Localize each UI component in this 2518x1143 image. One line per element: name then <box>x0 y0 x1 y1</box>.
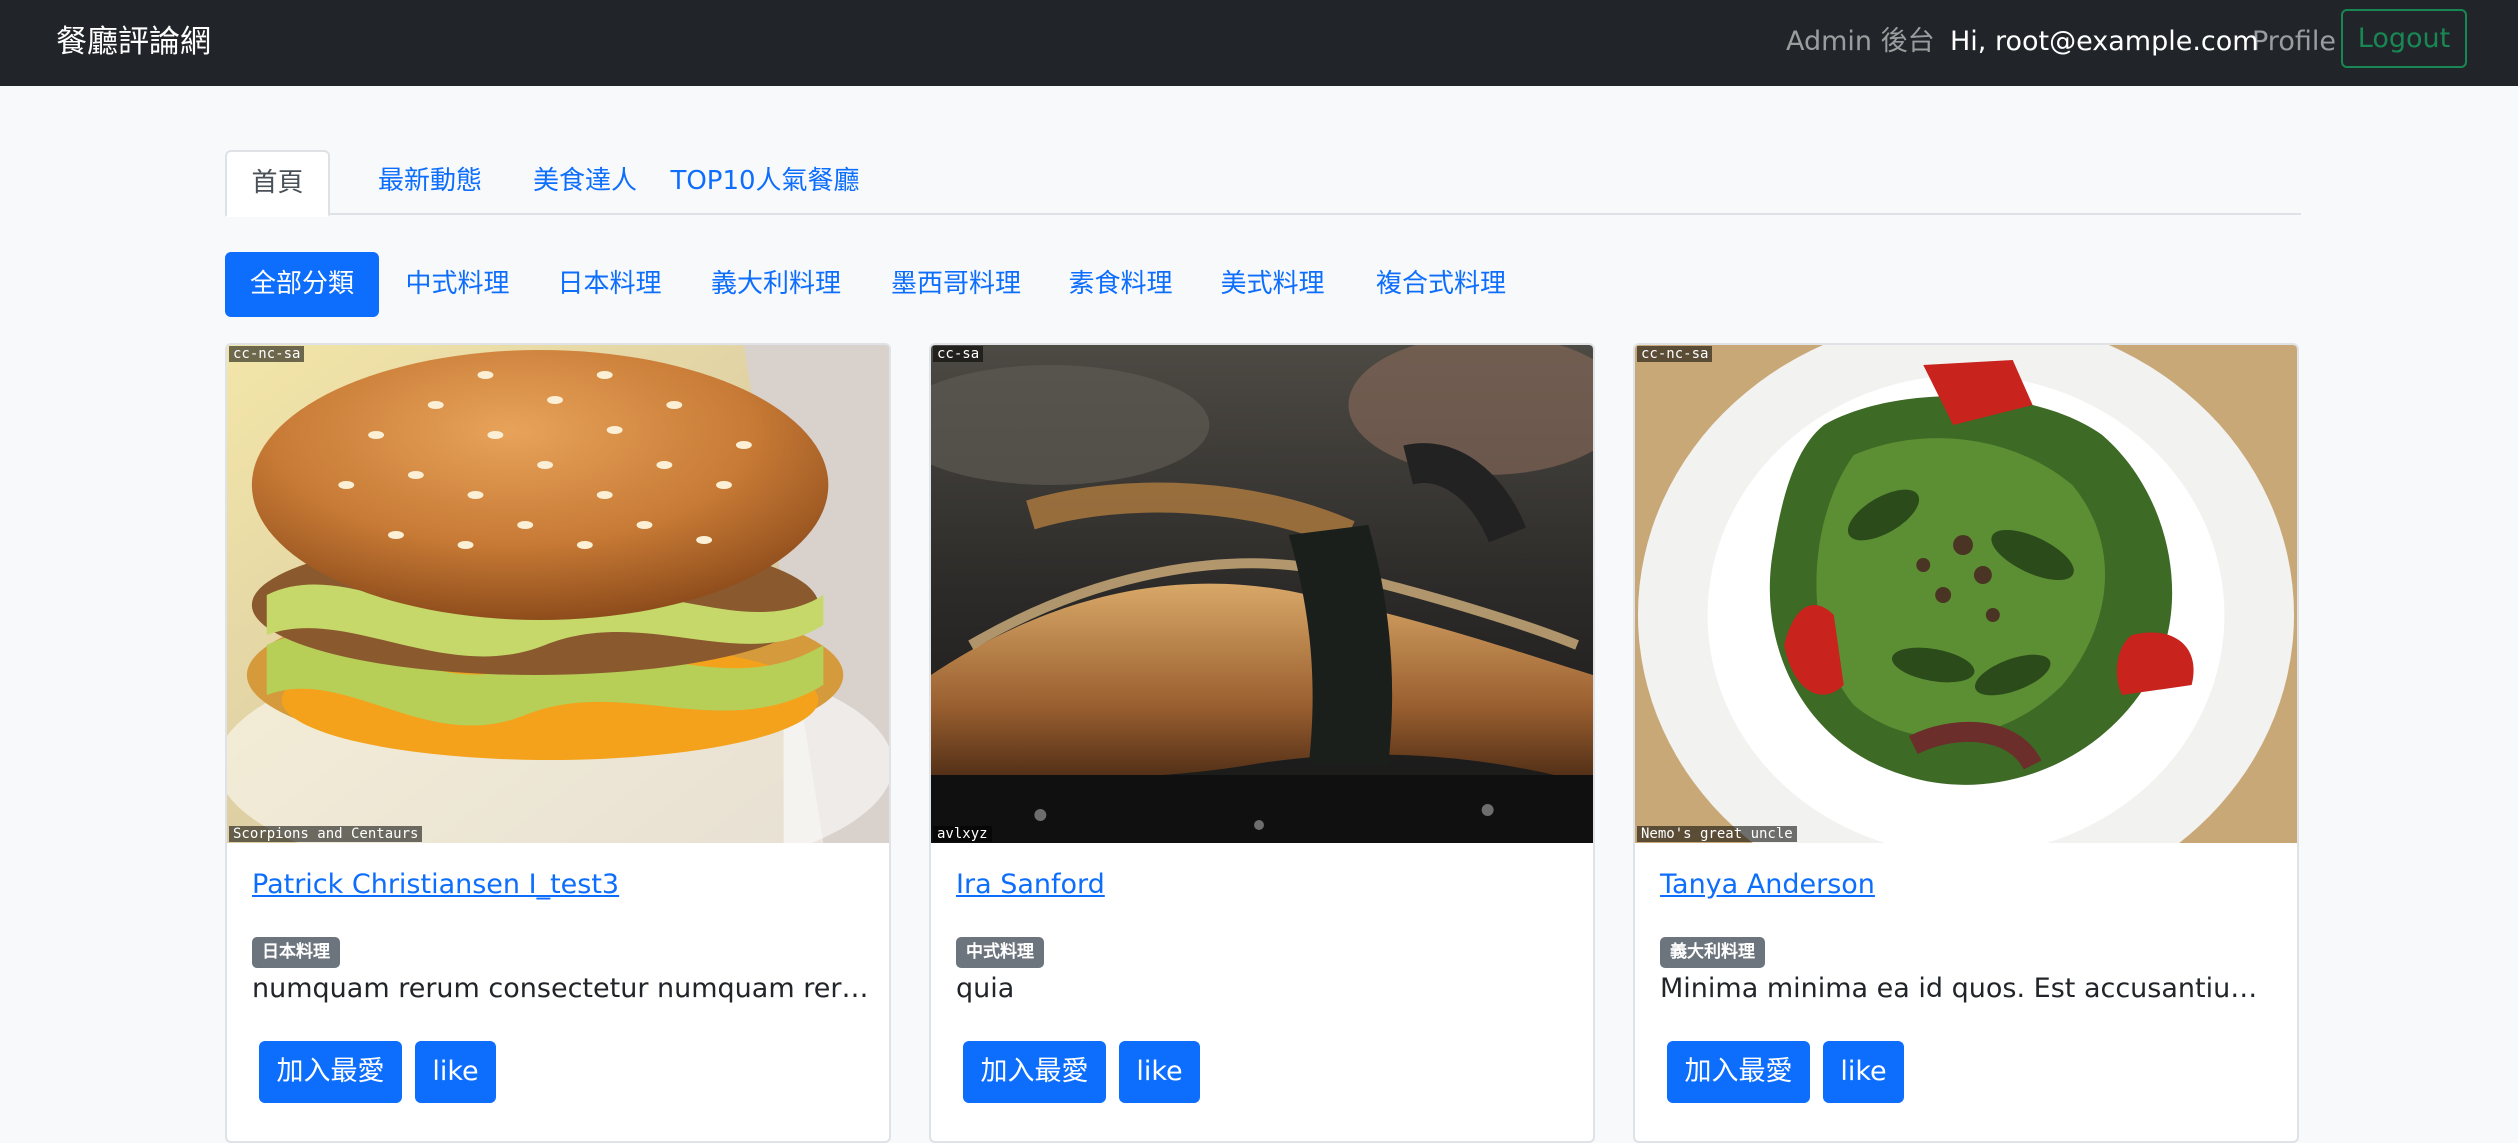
license-label: cc-nc-sa <box>229 346 305 362</box>
restaurant-image[interactable]: cc-nc-sa Nemo's great uncle <box>1635 345 2297 843</box>
category-badge: 日本料理 <box>252 937 340 968</box>
restaurant-card: cc-sa avlxyz Ira Sanford 中式料理 quia 加入最愛 … <box>929 343 1595 1143</box>
add-favorite-button[interactable]: 加入最愛 <box>963 1041 1106 1103</box>
photo-credit: Nemo's great uncle <box>1637 826 1797 842</box>
like-button[interactable]: like <box>1823 1041 1904 1103</box>
category-japanese[interactable]: 日本料理 <box>547 252 672 317</box>
photo-credit: avlxyz <box>933 826 992 842</box>
like-button[interactable]: like <box>1119 1041 1200 1103</box>
top-navbar: 餐廳評論網 Admin 後台 Hi, root@example.com Prof… <box>0 0 2518 86</box>
like-button[interactable]: like <box>415 1041 496 1103</box>
add-favorite-button[interactable]: 加入最愛 <box>1667 1041 1810 1103</box>
category-fusion[interactable]: 複合式料理 <box>1362 252 1520 317</box>
brand-logo[interactable]: 餐廳評論網 <box>56 20 211 64</box>
add-favorite-button[interactable]: 加入最愛 <box>259 1041 402 1103</box>
category-american[interactable]: 美式料理 <box>1210 252 1335 317</box>
restaurant-image[interactable]: cc-sa avlxyz <box>931 345 1593 843</box>
tab-food-experts[interactable]: 美食達人 <box>510 150 660 215</box>
license-label: cc-sa <box>933 346 984 362</box>
category-vegetarian[interactable]: 素食料理 <box>1058 252 1183 317</box>
category-all[interactable]: 全部分類 <box>225 252 379 317</box>
category-chinese[interactable]: 中式料理 <box>395 252 520 317</box>
restaurant-description: numquam rerum consectetur numquam rerum … <box>252 973 872 1004</box>
restaurant-description: quia <box>956 973 1015 1004</box>
restaurant-image[interactable]: cc-nc-sa Scorpions and Centaurs <box>227 345 889 843</box>
category-badge: 中式料理 <box>956 937 1044 968</box>
category-mexican[interactable]: 墨西哥料理 <box>880 252 1032 317</box>
category-italian[interactable]: 義大利料理 <box>700 252 852 317</box>
tab-latest-feed[interactable]: 最新動態 <box>355 150 505 215</box>
restaurant-name-link[interactable]: Ira Sanford <box>956 865 1105 905</box>
restaurant-description: Minima minima ea id quos. Est accusantiu… <box>1660 973 2280 1004</box>
tab-home[interactable]: 首頁 <box>225 150 330 217</box>
tab-top10-restaurants[interactable]: TOP10人氣餐廳 <box>665 150 865 215</box>
restaurant-card: cc-nc-sa Scorpions and Centaurs Patrick … <box>225 343 891 1143</box>
photo-credit: Scorpions and Centaurs <box>229 826 423 842</box>
restaurant-card: cc-nc-sa Nemo's great uncle Tanya Anders… <box>1633 343 2299 1143</box>
logout-button[interactable]: Logout <box>2341 9 2467 68</box>
category-badge: 義大利料理 <box>1660 937 1765 968</box>
license-label: cc-nc-sa <box>1637 346 1713 362</box>
admin-link[interactable]: Admin 後台 <box>1786 20 1935 64</box>
restaurant-name-link[interactable]: Patrick Christiansen I_test3 <box>252 865 619 905</box>
main-tabs: 首頁 最新動態 美食達人 TOP10人氣餐廳 <box>225 150 2301 217</box>
restaurant-name-link[interactable]: Tanya Anderson <box>1660 865 1875 905</box>
profile-link[interactable]: Profile <box>2252 20 2336 64</box>
user-greeting: Hi, root@example.com <box>1950 26 2259 57</box>
